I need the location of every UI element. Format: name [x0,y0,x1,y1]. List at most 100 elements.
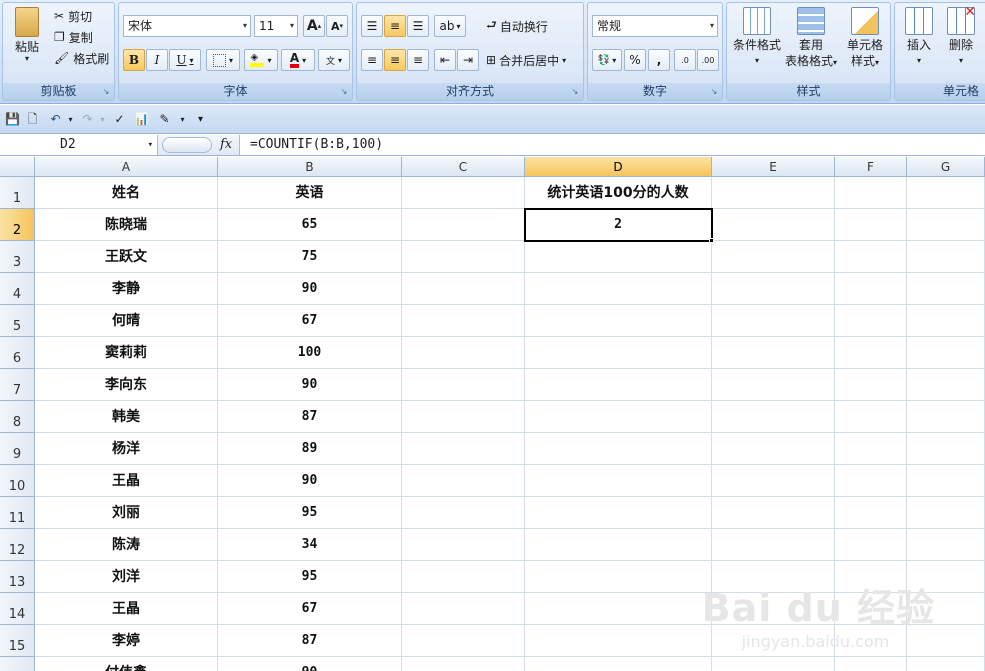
cell-g12[interactable] [907,529,985,561]
cell-d5[interactable] [525,305,712,337]
align-center-button[interactable]: ≡ [384,49,406,71]
cell-f9[interactable] [835,433,907,465]
row-header[interactable]: 1 [0,177,35,209]
cell-e1[interactable] [712,177,835,209]
cell-a8[interactable]: 韩美 [35,401,218,433]
undo-icon[interactable]: ↶ [48,112,63,127]
cell-d12[interactable] [525,529,712,561]
name-box[interactable]: D2 ▾ [0,135,158,155]
cell-e8[interactable] [712,401,835,433]
delete-button[interactable]: ✕ 删除 ▾ [941,4,981,69]
cell-f12[interactable] [835,529,907,561]
fill-handle[interactable] [709,238,714,243]
cell-e5[interactable] [712,305,835,337]
cell-f1[interactable] [835,177,907,209]
column-header-b[interactable]: B [218,157,402,177]
cell-c7[interactable] [402,369,525,401]
cell-a7[interactable]: 李向东 [35,369,218,401]
row-header[interactable]: 5 [0,305,35,337]
cell-e4[interactable] [712,273,835,305]
wrap-text-button[interactable]: ⮐ 自动换行 [485,15,549,37]
cell-d3[interactable] [525,241,712,273]
underline-button[interactable]: U ▾ [169,49,201,71]
column-header-f[interactable]: F [835,157,907,177]
cell-b11[interactable]: 95 [218,497,402,529]
font-color-button[interactable]: A ▾ [281,49,315,71]
cell-a6[interactable]: 窦莉莉 [35,337,218,369]
cell-b2[interactable]: 65 [218,209,402,241]
select-all-button[interactable] [0,157,35,177]
spellcheck-icon[interactable]: ✓ [112,112,127,127]
cell-b5[interactable]: 67 [218,305,402,337]
cell-f8[interactable] [835,401,907,433]
cell-d15[interactable] [525,625,712,657]
shrink-font-button[interactable]: A ▾ [326,15,348,37]
cell-c4[interactable] [402,273,525,305]
cell-a5[interactable]: 何晴 [35,305,218,337]
align-top-button[interactable]: ☰ [361,15,383,37]
cell-e16[interactable] [712,657,835,671]
cell-c12[interactable] [402,529,525,561]
cell-b7[interactable]: 90 [218,369,402,401]
cell-a11[interactable]: 刘丽 [35,497,218,529]
cell-b16[interactable]: 90 [218,657,402,671]
row-header[interactable]: 13 [0,561,35,593]
merge-center-button[interactable]: ⊞ 合并后居中 ▾ [485,49,567,71]
row-header[interactable]: 12 [0,529,35,561]
chart-icon[interactable]: 📊 [134,112,149,127]
row-header[interactable]: 11 [0,497,35,529]
cell-b14[interactable]: 67 [218,593,402,625]
fill-color-button[interactable]: ◈ ▾ [244,49,278,71]
cell-b13[interactable]: 95 [218,561,402,593]
chevron-down-icon[interactable]: ▾ [95,112,110,127]
increase-decimal-button[interactable]: .0 [674,49,696,71]
cell-g8[interactable] [907,401,985,433]
row-header[interactable]: 8 [0,401,35,433]
cell-c3[interactable] [402,241,525,273]
cell-d16[interactable] [525,657,712,671]
column-header-e[interactable]: E [712,157,835,177]
cell-g5[interactable] [907,305,985,337]
draw-icon[interactable]: ✎ [157,112,172,127]
row-header[interactable]: 3 [0,241,35,273]
row-header[interactable]: 14 [0,593,35,625]
row-header[interactable]: 15 [0,625,35,657]
customize-toolbar-icon[interactable]: ▾ [193,112,208,127]
row-header[interactable]: 2 [0,209,35,241]
cell-g10[interactable] [907,465,985,497]
number-format-field[interactable]: 常规 ▾ [592,15,718,37]
redo-icon[interactable]: ↷ [80,112,95,127]
row-header[interactable]: 9 [0,433,35,465]
align-right-button[interactable]: ≡ [407,49,429,71]
cell-g11[interactable] [907,497,985,529]
insert-button[interactable]: 插入 ▾ [899,7,939,69]
cell-e9[interactable] [712,433,835,465]
percent-button[interactable]: % [624,49,646,71]
cell-b3[interactable]: 75 [218,241,402,273]
cell-f4[interactable] [835,273,907,305]
cell-g6[interactable] [907,337,985,369]
cell-g16[interactable] [907,657,985,671]
dialog-launcher-icon[interactable]: ↘ [101,87,111,97]
cell-g3[interactable] [907,241,985,273]
cut-button[interactable]: ✂ 剪切 [53,7,93,25]
row-header[interactable]: 16 [0,657,35,671]
column-header-d[interactable]: D [525,157,712,177]
cell-d4[interactable] [525,273,712,305]
cell-d14[interactable] [525,593,712,625]
cell-a13[interactable]: 刘洋 [35,561,218,593]
cell-f3[interactable] [835,241,907,273]
grow-font-button[interactable]: A ▴ [303,15,325,37]
cell-b8[interactable]: 87 [218,401,402,433]
cell-f5[interactable] [835,305,907,337]
new-document-icon[interactable]: 🗋 [25,112,40,127]
cell-c14[interactable] [402,593,525,625]
cell-a14[interactable]: 王晶 [35,593,218,625]
align-bottom-button[interactable]: ☰ [407,15,429,37]
cell-g7[interactable] [907,369,985,401]
italic-button[interactable]: I [146,49,168,71]
phonetic-button[interactable]: 文 ▾ [318,49,350,71]
cell-a3[interactable]: 王跃文 [35,241,218,273]
dialog-launcher-icon[interactable]: ↘ [339,87,349,97]
cell-a10[interactable]: 王晶 [35,465,218,497]
